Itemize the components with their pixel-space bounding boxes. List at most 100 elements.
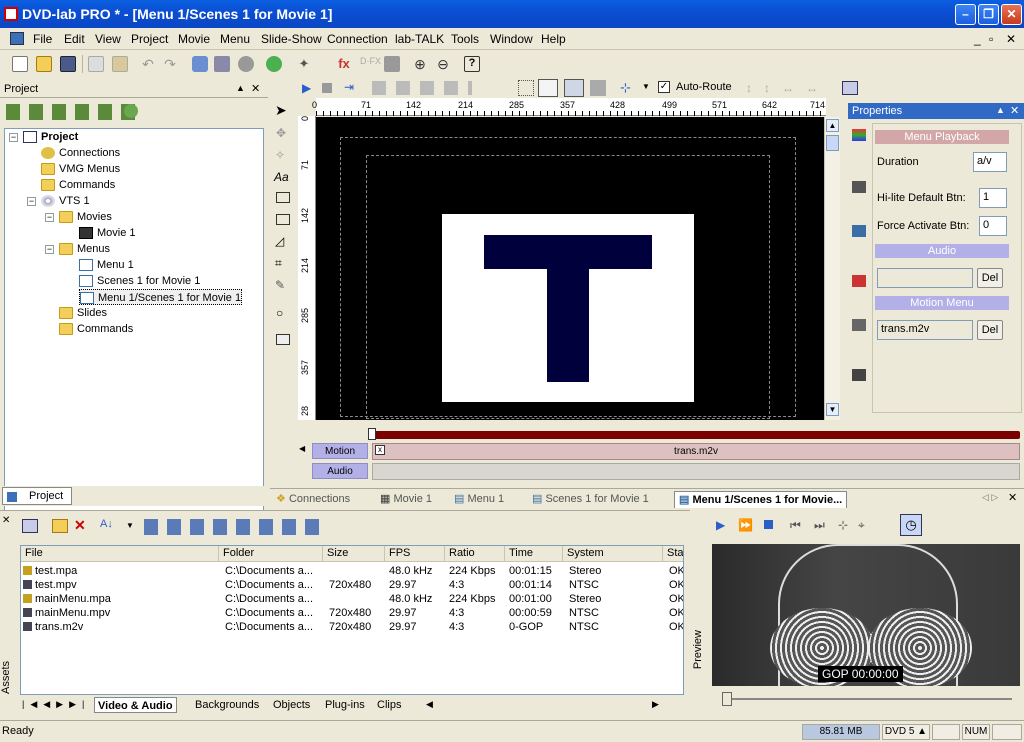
- circle-tool-icon[interactable]: ○: [276, 306, 283, 320]
- mdi-close-button[interactable]: ✕: [1006, 32, 1016, 46]
- crop-tool-icon[interactable]: ⌗: [275, 256, 282, 271]
- hilite-default-field[interactable]: 1: [979, 188, 1007, 208]
- colors-icon[interactable]: [852, 129, 866, 141]
- tab-plug-ins[interactable]: Plug-ins: [322, 697, 368, 713]
- stop-icon[interactable]: [322, 83, 332, 93]
- pointer-tool-icon[interactable]: ➤: [275, 102, 287, 119]
- panel-close-icon[interactable]: ✕: [1010, 104, 1019, 117]
- tab-menu1-scenes[interactable]: ▤ Menu 1/Scenes 1 for Movie...: [674, 491, 848, 508]
- help-icon[interactable]: ?: [464, 56, 480, 72]
- redo-icon[interactable]: ↷: [162, 56, 178, 72]
- motion-delete-button[interactable]: Del: [977, 320, 1003, 340]
- canvas-scrollbar[interactable]: ▲ ▼: [824, 117, 840, 420]
- timeline-left-arrow[interactable]: ◀: [299, 444, 305, 453]
- tree-item-project[interactable]: Project: [23, 129, 78, 145]
- route-tools-icon[interactable]: ↕↕↔↔: [746, 81, 830, 95]
- sort-icon[interactable]: A↓: [100, 518, 113, 530]
- menu-menu[interactable]: Menu: [220, 32, 250, 46]
- asset-view-icon[interactable]: [22, 519, 38, 533]
- tree-item-vts1[interactable]: VTS 1: [41, 193, 90, 209]
- rectangle-tool-icon[interactable]: [276, 192, 290, 203]
- menu-slide-show[interactable]: Slide-Show: [261, 32, 322, 46]
- timeline-ruler[interactable]: [372, 431, 1020, 439]
- timeline-start-marker[interactable]: [368, 428, 376, 440]
- tab-objects[interactable]: Objects: [270, 697, 313, 713]
- tab-clips[interactable]: Clips: [374, 697, 404, 713]
- collapse-icon[interactable]: −: [27, 197, 36, 206]
- table-row[interactable]: test.mpv C:\Documents a... 720x480 29.97 4:3…: [21, 578, 683, 592]
- tab-close-icon[interactable]: ✕: [1008, 491, 1017, 504]
- motion-menu-field[interactable]: trans.m2v: [877, 320, 973, 340]
- tree-item-connections[interactable]: Connections: [41, 145, 120, 161]
- table-row[interactable]: mainMenu.mpa C:\Documents a... 48.0 kHz 224…: [21, 592, 683, 606]
- layout-icon[interactable]: [842, 81, 858, 95]
- disc-type-selector[interactable]: DVD 5 ▲: [882, 724, 930, 740]
- transition-icon[interactable]: [852, 275, 866, 287]
- tree-item-menus[interactable]: Menus: [59, 241, 110, 257]
- preview-clock-icon[interactable]: ◷: [900, 514, 922, 536]
- menu-lab-talk[interactable]: lab-TALK: [395, 32, 444, 46]
- scroll-thumb[interactable]: [826, 135, 839, 151]
- paste-icon[interactable]: [112, 56, 128, 72]
- column-header-file[interactable]: File: [21, 546, 219, 562]
- save-icon[interactable]: [60, 56, 76, 72]
- tree-item-movie1[interactable]: Movie 1: [79, 225, 136, 241]
- restore-button[interactable]: ❐: [978, 4, 999, 25]
- compile-icon[interactable]: [266, 56, 282, 72]
- force-activate-field[interactable]: 0: [979, 216, 1007, 236]
- tab-video-audio[interactable]: Video & Audio: [94, 697, 177, 713]
- collapse-icon[interactable]: −: [45, 213, 54, 222]
- preview-mark-icon[interactable]: ⊹: [838, 518, 848, 532]
- preview-seek-thumb[interactable]: [722, 692, 732, 706]
- video-frame-icon[interactable]: [590, 80, 606, 96]
- menu-file[interactable]: File: [33, 32, 52, 46]
- tree-item-menu1-scenes[interactable]: Menu 1/Scenes 1 for Movie 1: [79, 289, 243, 305]
- column-header-size[interactable]: Size: [323, 546, 385, 562]
- move-tool-icon[interactable]: ✥: [276, 126, 290, 140]
- panel-close-icon[interactable]: ✕: [251, 82, 260, 95]
- add-asset-icon[interactable]: [192, 56, 208, 72]
- step-icon[interactable]: ⇥: [344, 80, 354, 94]
- play-icon[interactable]: ▶: [302, 81, 311, 95]
- align-tools-icon[interactable]: [372, 81, 472, 95]
- table-row[interactable]: trans.m2v C:\Documents a... 720x480 29.97 4:…: [21, 620, 683, 634]
- preview-next-frame-icon[interactable]: ⏭: [814, 518, 825, 533]
- safe-area-icon[interactable]: [538, 79, 558, 97]
- auto-icon[interactable]: [124, 104, 138, 118]
- menu-project[interactable]: Project: [131, 32, 168, 46]
- tree-item-menu1[interactable]: Menu 1: [79, 257, 134, 273]
- duration-field[interactable]: a/v: [973, 152, 1007, 172]
- delete-asset-icon[interactable]: ✕: [74, 517, 86, 534]
- motion-clip[interactable]: trans.m2v: [372, 443, 1020, 460]
- layers-icon[interactable]: [214, 56, 230, 72]
- tree-item-slides[interactable]: Slides: [59, 305, 107, 321]
- tree-item-vmg-menus[interactable]: VMG Menus: [41, 161, 120, 177]
- mdi-minimize-button[interactable]: _: [974, 32, 981, 46]
- eyedropper-tool-icon[interactable]: ✎: [275, 278, 285, 292]
- tab-backgrounds[interactable]: Backgrounds: [192, 697, 262, 713]
- column-header-fps[interactable]: FPS: [385, 546, 445, 562]
- tab-menu1[interactable]: ▤ Menu 1: [454, 491, 504, 508]
- asset-tools-icons[interactable]: [144, 519, 324, 535]
- tabs-scroll-icons[interactable]: ◁ ▷: [982, 492, 998, 503]
- preview-prev-frame-icon[interactable]: ⏮: [790, 518, 801, 533]
- link-dropdown-icon[interactable]: ▼: [642, 82, 650, 91]
- menu-tools[interactable]: Tools: [451, 32, 479, 46]
- tab-project[interactable]: Project: [2, 487, 72, 505]
- scroll-up-icon[interactable]: ▲: [826, 119, 839, 132]
- tree-item-vts-commands[interactable]: Commands: [59, 321, 133, 337]
- grid-icon[interactable]: [518, 80, 534, 96]
- frame-tool-icon[interactable]: [276, 214, 290, 225]
- zoom-out-icon[interactable]: ⊖: [435, 56, 451, 72]
- new-icon[interactable]: [12, 56, 28, 72]
- menu-help[interactable]: Help: [541, 32, 566, 46]
- rotate-tool-icon[interactable]: ✧: [275, 148, 285, 162]
- audio-delete-button[interactable]: Del: [977, 268, 1003, 288]
- audio-field[interactable]: [877, 268, 973, 288]
- tab-connections[interactable]: ❖ Connections: [276, 491, 350, 508]
- menu-connection[interactable]: Connection: [327, 32, 388, 46]
- preview-fast-forward-icon[interactable]: ⏩: [738, 518, 753, 532]
- menu-canvas[interactable]: T: [316, 117, 824, 420]
- mdi-restore-button[interactable]: ▫: [989, 32, 993, 46]
- tree-item-commands[interactable]: Commands: [41, 177, 115, 193]
